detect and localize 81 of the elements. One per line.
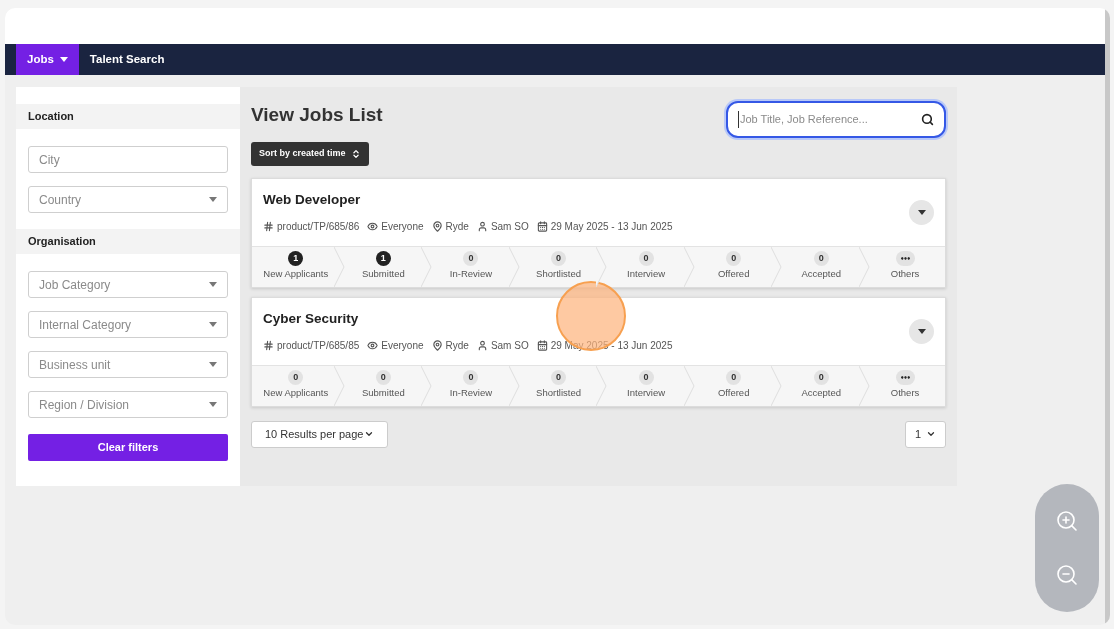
job-title[interactable]: Web Developer bbox=[263, 190, 673, 211]
count-badge: 0 bbox=[463, 370, 479, 386]
clear-filters-button[interactable]: Clear filters bbox=[28, 434, 228, 461]
caret-icon bbox=[59, 57, 68, 62]
count-badge: 0 bbox=[726, 251, 742, 267]
expand-button[interactable] bbox=[909, 318, 934, 344]
page-title: View Jobs List bbox=[251, 103, 383, 127]
count-badge: 0 bbox=[375, 370, 391, 386]
stage-label: Interview bbox=[627, 386, 666, 401]
job-meta: Sam SO bbox=[490, 219, 529, 234]
hash-icon bbox=[263, 220, 274, 232]
job-meta: product/TP/685/86 bbox=[277, 219, 360, 234]
caret-icon bbox=[209, 282, 217, 287]
job-meta: product/TP/685/85 bbox=[277, 338, 360, 353]
select-field[interactable]: Region / Division bbox=[28, 391, 228, 418]
eye-icon bbox=[367, 220, 379, 232]
job-title[interactable]: Cyber Security bbox=[263, 309, 673, 330]
select-field[interactable]: Job Category bbox=[28, 271, 228, 298]
eye-icon bbox=[367, 339, 379, 351]
caret-icon bbox=[209, 322, 217, 327]
job-meta: Ryde bbox=[445, 338, 469, 353]
stage-label: In-Review bbox=[449, 386, 493, 401]
stage-label: Submitted bbox=[361, 386, 405, 401]
count-badge: 0 bbox=[638, 251, 654, 267]
section-header: Location bbox=[16, 104, 240, 129]
count-badge: 1 bbox=[288, 251, 304, 267]
count-badge: 0 bbox=[638, 370, 654, 386]
stage-label: Others bbox=[890, 267, 920, 282]
caret-icon bbox=[917, 209, 926, 215]
count-badge: 0 bbox=[288, 370, 304, 386]
stage-label: Accepted bbox=[801, 267, 842, 282]
map-pin-icon bbox=[431, 220, 443, 232]
user-icon bbox=[476, 339, 488, 351]
job-meta: Everyone bbox=[381, 338, 424, 353]
calendar-icon bbox=[536, 220, 548, 232]
stage-label: In-Review bbox=[449, 267, 493, 282]
job-meta: Everyone bbox=[381, 219, 424, 234]
sort-icon bbox=[350, 148, 361, 159]
select-field[interactable]: Internal Category bbox=[28, 311, 228, 338]
caret-icon bbox=[209, 402, 217, 407]
per-page-select[interactable]: 10 Results per page bbox=[251, 420, 388, 448]
search-field[interactable]: Job Title, Job Reference... bbox=[726, 101, 946, 138]
count-badge: 0 bbox=[551, 370, 566, 386]
count-badge: 0 bbox=[551, 251, 566, 267]
count-badge: 0 bbox=[726, 370, 742, 386]
stage-label: Others bbox=[890, 386, 920, 401]
count-badge: 0 bbox=[813, 251, 829, 267]
nav-tab[interactable]: Jobs bbox=[16, 44, 79, 75]
search-icon bbox=[921, 113, 934, 126]
job-meta: Sam SO bbox=[490, 338, 529, 353]
stage-label: Accepted bbox=[801, 386, 842, 401]
caret-icon bbox=[209, 362, 217, 367]
stage-label: Submitted bbox=[361, 267, 405, 282]
section-header: Organisation bbox=[16, 229, 240, 254]
count-badge: 0 bbox=[463, 251, 479, 267]
caret-icon bbox=[209, 197, 217, 202]
stage-label: Shortlisted bbox=[536, 386, 581, 401]
stage-label: Interview bbox=[627, 267, 666, 282]
page-select[interactable]: 1 bbox=[905, 420, 946, 448]
count-badge: 1 bbox=[375, 251, 391, 267]
chevron-down-icon bbox=[364, 429, 374, 439]
select-field[interactable]: Business unit bbox=[28, 351, 228, 378]
stage-label: Shortlisted bbox=[536, 267, 581, 282]
job-meta: 29 May 2025 - 13 Jun 2025 bbox=[550, 219, 673, 234]
stage-label: New Applicants bbox=[263, 267, 329, 282]
user-icon bbox=[476, 220, 488, 232]
count-badge: 0 bbox=[813, 370, 829, 386]
expand-button[interactable] bbox=[909, 199, 934, 225]
select-field[interactable]: Country bbox=[28, 186, 228, 213]
hash-icon bbox=[263, 339, 274, 351]
map-pin-icon bbox=[431, 339, 443, 351]
chevron-down-icon bbox=[926, 429, 936, 439]
job-meta: Ryde bbox=[445, 219, 469, 234]
input-field[interactable]: City bbox=[28, 146, 228, 173]
stage-label: New Applicants bbox=[263, 386, 329, 401]
caret-icon bbox=[917, 328, 926, 334]
stage-label: Offered bbox=[717, 386, 750, 401]
stage-label: Offered bbox=[717, 267, 750, 282]
calendar-icon bbox=[536, 339, 548, 351]
sort-button[interactable]: Sort by created time bbox=[251, 141, 369, 166]
nav-tab[interactable]: Talent Search bbox=[78, 44, 176, 75]
